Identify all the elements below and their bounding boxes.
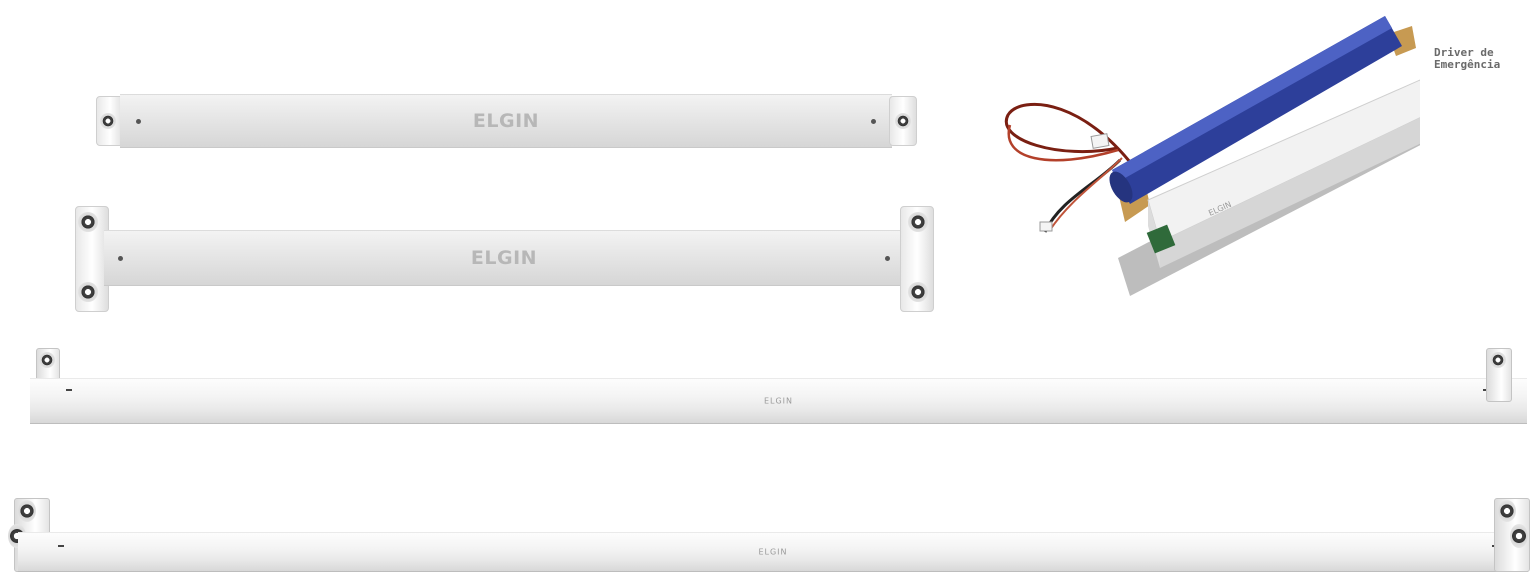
screw-left [136,119,141,124]
brand-logo: ELGIN [470,247,538,269]
label-line-2: Emergência [1434,58,1501,71]
brand-logo: ELGIN [472,110,540,132]
fixture-body: ELGIN [30,378,1527,424]
screw-left [66,389,72,391]
lamp-socket-left-top [18,500,36,522]
lamp-socket-right [895,113,911,129]
screw-left [58,545,64,547]
brand-logo: ELGIN [758,547,788,557]
lamp-socket-left-bottom [78,282,98,302]
lamp-socket-right-top [1498,500,1516,522]
lamp-socket-right-bottom [1510,524,1528,548]
lamp-socket-left [100,113,116,129]
lamp-socket-right-bottom [908,282,928,302]
screw-right [871,119,876,124]
screw-right [885,256,890,261]
lamp-socket-left-top [78,212,98,232]
emergency-driver-illustration: ELGIN [1004,16,1433,296]
screw-left [118,256,123,261]
fixture-body: ELGIN [104,230,904,286]
lamp-socket-right [1490,352,1506,368]
brand-logo: ELGIN [763,396,794,406]
emergency-driver-label: Driver de Emergência [1434,47,1500,71]
fixture-body: ELGIN [120,94,892,148]
fixture-body: ELGIN [18,532,1528,572]
lamp-socket-right-top [908,212,928,232]
lamp-socket-left [39,352,55,368]
emergency-driver-image: ELGIN [1000,0,1433,310]
